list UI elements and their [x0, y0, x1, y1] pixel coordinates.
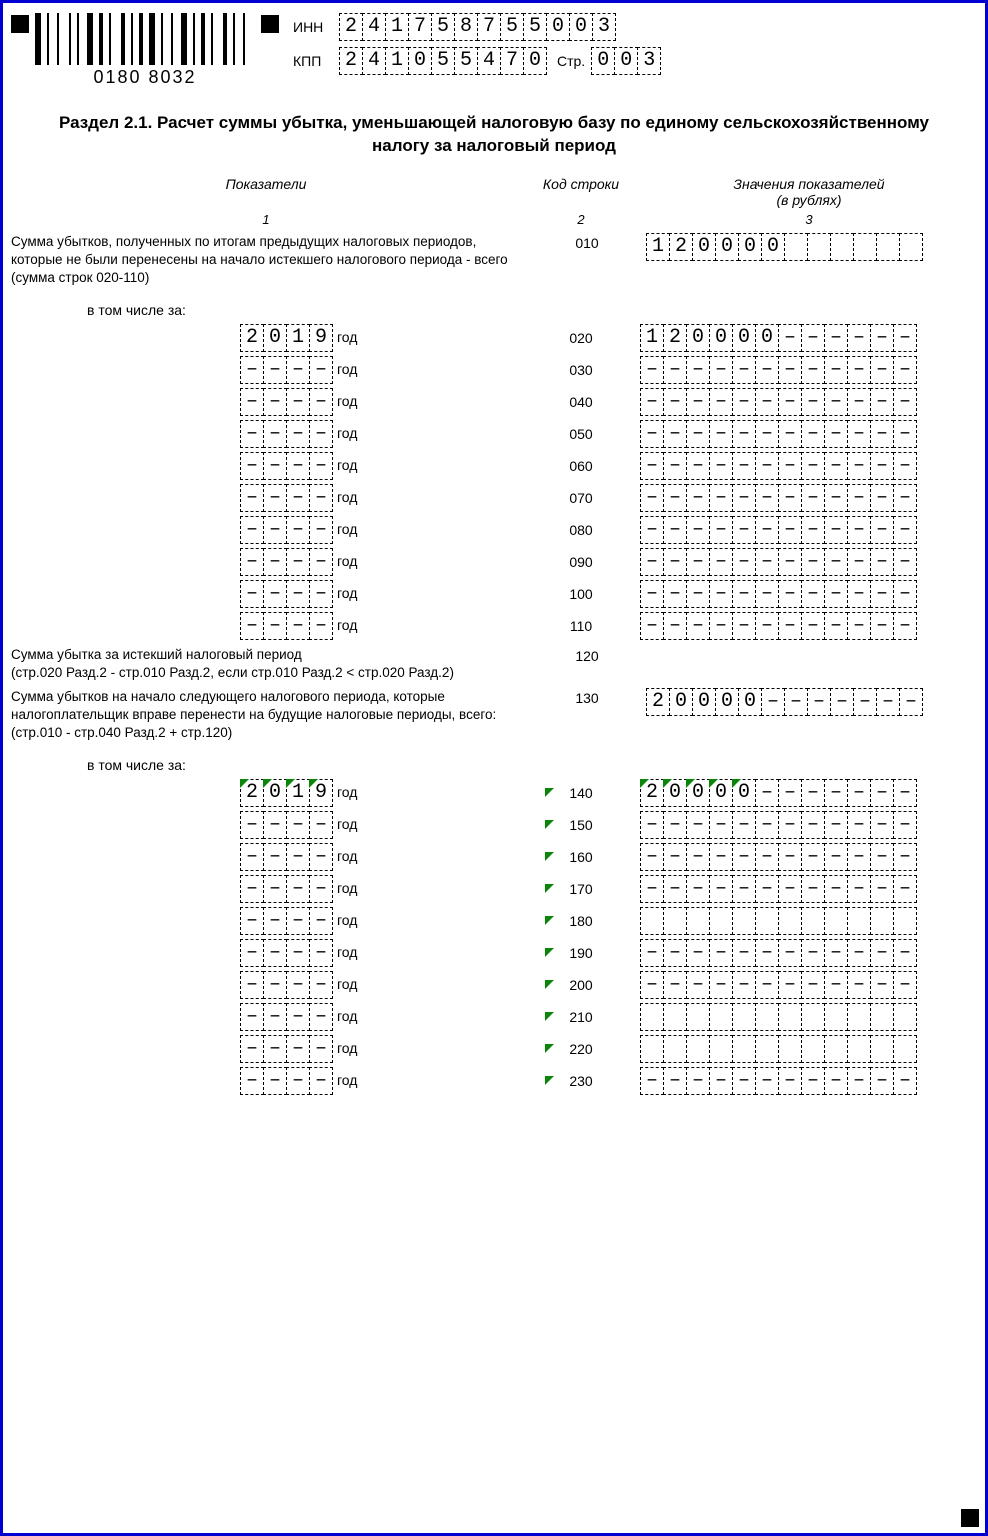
year-row: ––––год200––––––––––––: [11, 971, 977, 999]
kpp-label: КПП: [293, 53, 339, 69]
col1-header: Показатели: [11, 176, 521, 192]
inn-label: ИНН: [293, 19, 339, 35]
column-headers: Показатели Код строки Значения показател…: [11, 176, 977, 208]
section-title: Раздел 2.1. Расчет суммы убытка, уменьша…: [41, 112, 947, 158]
year-row: ––––год070––––––––––––: [11, 484, 977, 512]
year-row: ––––год160––––––––––––: [11, 843, 977, 871]
table-row: Сумма убытка за истекший налоговый перио…: [11, 646, 977, 682]
table-row: Сумма убытков на начало следующего налог…: [11, 688, 977, 743]
year-row: ––––год170––––––––––––: [11, 875, 977, 903]
year-row: ––––год050––––––––––––: [11, 420, 977, 448]
year-row: ––––год100––––––––––––: [11, 580, 977, 608]
column-numbers: 1 2 3: [11, 212, 977, 227]
barcode-number: 0180 8032: [35, 67, 255, 88]
kpp-value: 241055470: [339, 47, 547, 75]
year-row: ––––год030––––––––––––: [11, 356, 977, 384]
year-row: 2019год14020000–––––––: [11, 779, 977, 807]
barcode: 0180 8032: [35, 13, 255, 88]
year-row: ––––год180: [11, 907, 977, 935]
page-label: Стр.: [557, 53, 585, 69]
page-frame: 0180 8032 ИНН 241758755003 КПП 241055470…: [0, 0, 988, 1536]
year-row: ––––год190––––––––––––: [11, 939, 977, 967]
year-row: 2019год020120000––––––: [11, 324, 977, 352]
year-row: ––––год210: [11, 1003, 977, 1031]
subheading: в том числе за:: [87, 757, 977, 773]
year-row: ––––год230––––––––––––: [11, 1067, 977, 1095]
rows-container: Сумма убытков, полученных по итогам пред…: [11, 233, 977, 1095]
col3-header: Значения показателей (в рублях): [641, 176, 977, 208]
header: 0180 8032 ИНН 241758755003 КПП 241055470…: [11, 13, 977, 88]
corner-marker-tl: [11, 15, 29, 33]
corner-marker-br: [961, 1509, 979, 1527]
col2-header: Код строки: [521, 176, 641, 192]
year-row: ––––год150––––––––––––: [11, 811, 977, 839]
year-row: ––––год060––––––––––––: [11, 452, 977, 480]
year-row: ––––год080––––––––––––: [11, 516, 977, 544]
year-row: ––––год040––––––––––––: [11, 388, 977, 416]
corner-marker-tr-inner: [261, 15, 279, 33]
year-row: ––––год220: [11, 1035, 977, 1063]
page-number: 003: [591, 47, 661, 75]
subheading: в том числе за:: [87, 302, 977, 318]
table-row: Сумма убытков, полученных по итогам пред…: [11, 233, 977, 288]
inn-value: 241758755003: [339, 13, 616, 41]
year-row: ––––год090––––––––––––: [11, 548, 977, 576]
year-row: ––––год110––––––––––––: [11, 612, 977, 640]
